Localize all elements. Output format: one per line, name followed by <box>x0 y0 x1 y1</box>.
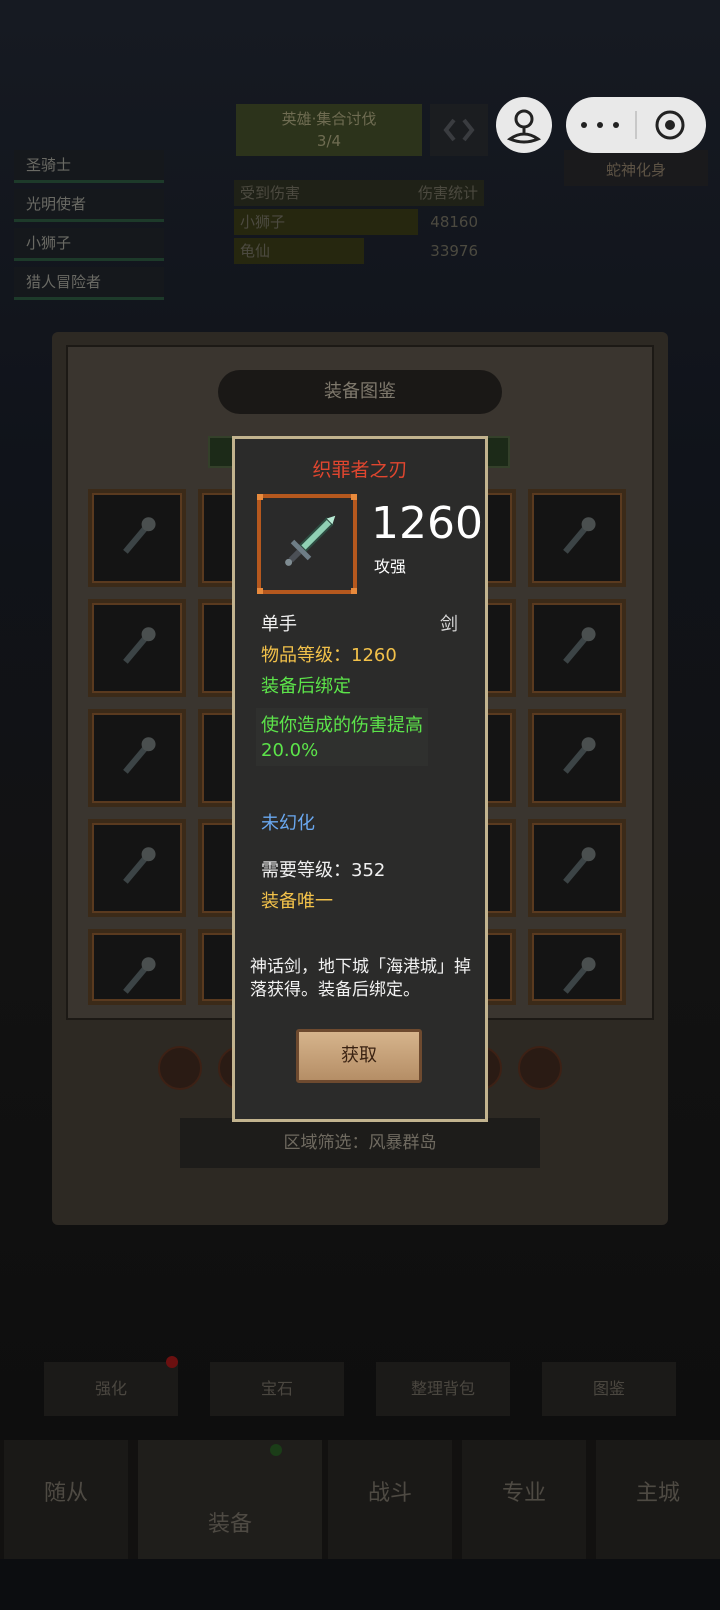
raid-title-line1: 英雄·集合讨伐 <box>281 110 377 128</box>
raid-title: 英雄·集合讨伐 3/4 <box>236 104 422 156</box>
sword-icon <box>285 515 336 566</box>
ranking-name: 受到伤害 <box>240 184 301 202</box>
item-effect: 使你造成的伤害提高20.0% <box>261 715 423 761</box>
item-slot[interactable] <box>528 709 626 807</box>
item-slot[interactable] <box>88 599 186 697</box>
item-slot: 单手 <box>261 614 297 635</box>
party-member: 光明使者 <box>14 189 164 222</box>
nav-battle[interactable]: 战斗 <box>328 1440 452 1559</box>
filter-button[interactable] <box>518 1046 562 1090</box>
ranking-name: 龟仙 <box>240 242 271 260</box>
item-slot[interactable] <box>528 489 626 587</box>
party-member: 圣骑士 <box>14 150 164 183</box>
bottom-nav: 随从 装备 战斗 专业 主城 <box>0 1440 720 1559</box>
item-slot[interactable] <box>88 709 186 807</box>
catalog-button[interactable]: 图鉴 <box>542 1362 676 1416</box>
panel-title: 装备图鉴 <box>218 370 502 414</box>
swap-arrows-icon <box>430 104 488 156</box>
item-description: 神话剑，地下城「海港城」掉落获得。装备后绑定。 <box>250 957 471 1000</box>
weapon-type: 剑 <box>440 614 458 635</box>
weapon-icon <box>123 517 156 554</box>
weapon-icon <box>123 847 156 884</box>
weapon-icon <box>123 957 156 994</box>
acquire-button[interactable]: 获取 <box>296 1029 422 1083</box>
weapon-icon <box>563 737 596 774</box>
item-level-label: 攻强 <box>374 557 407 576</box>
nav-profession[interactable]: 专业 <box>462 1440 586 1559</box>
weapon-icon <box>563 847 596 884</box>
gem-button[interactable]: 宝石 <box>210 1362 344 1416</box>
damage-ranking: 受到伤害 伤害统计 小狮子 48160 龟仙 33976 <box>234 180 484 267</box>
nav-followers[interactable]: 随从 <box>4 1440 128 1559</box>
notification-badge <box>270 1444 282 1456</box>
item-slot[interactable] <box>88 929 186 1005</box>
weapon-icon <box>563 627 596 664</box>
item-slot[interactable] <box>88 489 186 587</box>
ranking-row: 受到伤害 伤害统计 <box>234 180 484 206</box>
weapon-icon <box>563 517 596 554</box>
nav-main-city[interactable]: 主城 <box>596 1440 720 1559</box>
raid-title-line2: 3/4 <box>316 132 342 150</box>
ranking-name: 小狮子 <box>240 213 286 231</box>
unique-text: 装备唯一 <box>261 891 333 912</box>
bind-text: 装备后绑定 <box>261 676 351 697</box>
item-level-big: 1260 <box>371 498 483 549</box>
item-name: 织罪者之刃 <box>312 459 408 481</box>
target-icon[interactable] <box>655 110 685 140</box>
ranking-row: 小狮子 48160 <box>234 209 484 235</box>
enhance-button[interactable]: 强化 <box>44 1362 178 1416</box>
item-icon-frame <box>257 494 357 594</box>
capsule-menu <box>566 97 706 153</box>
more-dots-icon[interactable] <box>581 122 619 128</box>
item-slot[interactable] <box>528 819 626 917</box>
nav-equipment[interactable]: 装备 <box>138 1440 322 1559</box>
notification-badge <box>166 1356 178 1368</box>
item-level-line: 物品等级：1260 <box>261 645 397 666</box>
ranking-row: 龟仙 33976 <box>234 238 484 264</box>
party-member: 小狮子 <box>14 228 164 261</box>
weapon-icon <box>563 957 596 994</box>
weapon-icon <box>123 737 156 774</box>
ranking-score: 33976 <box>430 242 478 260</box>
ranking-score: 伤害统计 <box>417 184 478 202</box>
transmog-status: 未幻化 <box>261 813 315 834</box>
sort-bag-button[interactable]: 整理背包 <box>376 1362 510 1416</box>
item-slot[interactable] <box>528 599 626 697</box>
user-icon <box>506 109 542 144</box>
boss-tag: 蛇神化身 <box>564 150 708 186</box>
ranking-score: 48160 <box>430 213 478 231</box>
item-slot[interactable] <box>88 819 186 917</box>
weapon-icon <box>123 627 156 664</box>
item-slot[interactable] <box>528 929 626 1005</box>
region-filter[interactable]: 区域筛选：风暴群岛 <box>180 1118 540 1168</box>
party-list: 圣骑士 光明使者 小狮子 猎人冒险者 <box>14 150 164 306</box>
party-member: 猎人冒险者 <box>14 267 164 300</box>
filter-button[interactable] <box>158 1046 202 1090</box>
required-level: 需要等级：352 <box>261 860 386 881</box>
user-button[interactable] <box>496 97 552 153</box>
